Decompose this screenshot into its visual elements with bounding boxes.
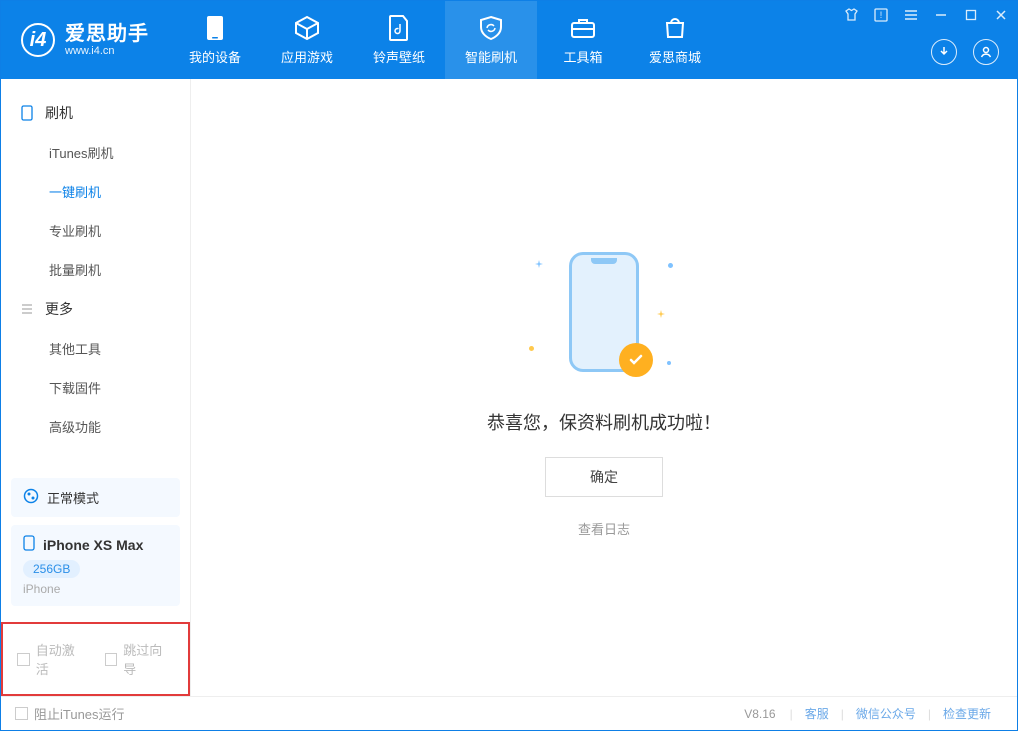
sidebar-item-batch[interactable]: 批量刷机	[1, 250, 190, 289]
list-icon	[19, 301, 35, 317]
maximize-button[interactable]	[961, 5, 981, 25]
highlighted-options: 自动激活 跳过向导	[1, 622, 190, 696]
feedback-icon[interactable]: !	[871, 5, 891, 25]
sidebar-item-firmware[interactable]: 下载固件	[1, 368, 190, 407]
window-controls: !	[841, 5, 1011, 25]
tab-rings[interactable]: 铃声壁纸	[353, 1, 445, 79]
main-tabs: 我的设备 应用游戏 铃声壁纸 智能刷机	[169, 1, 721, 79]
sidebar-section-flash: 刷机	[1, 93, 190, 133]
logo: i4 爱思助手 www.i4.cn	[1, 23, 163, 58]
view-log-link[interactable]: 查看日志	[578, 519, 630, 538]
sidebar: 刷机 iTunes刷机 一键刷机 专业刷机 批量刷机 更多 其他工具 下载固件 …	[1, 79, 191, 696]
tab-apps[interactable]: 应用游戏	[261, 1, 353, 79]
sidebar-item-other[interactable]: 其他工具	[1, 329, 190, 368]
dot-decoration	[667, 361, 671, 365]
version-label: V8.16	[744, 707, 775, 721]
tab-device[interactable]: 我的设备	[169, 1, 261, 79]
minimize-button[interactable]	[931, 5, 951, 25]
svg-text:!: !	[880, 10, 883, 20]
header-actions	[931, 39, 999, 65]
success-illustration	[509, 237, 699, 387]
dot-decoration	[668, 263, 673, 268]
device-phone-icon	[23, 535, 35, 554]
check-badge-icon	[619, 343, 653, 377]
device-info[interactable]: iPhone XS Max 256GB iPhone	[11, 525, 180, 606]
ok-button[interactable]: 确定	[545, 457, 663, 497]
tab-tools[interactable]: 工具箱	[537, 1, 629, 79]
music-file-icon	[386, 15, 412, 41]
logo-icon: i4	[21, 23, 55, 57]
tab-store[interactable]: 爱思商城	[629, 1, 721, 79]
checkbox-skip-guide[interactable]: 跳过向导	[105, 640, 175, 678]
footer-link-wechat[interactable]: 微信公众号	[844, 705, 928, 722]
footer-link-service[interactable]: 客服	[793, 705, 841, 722]
app-subtitle: www.i4.cn	[65, 45, 149, 58]
mode-icon	[23, 488, 39, 507]
account-button[interactable]	[973, 39, 999, 65]
app-title: 爱思助手	[65, 23, 149, 45]
device-capacity: 256GB	[23, 560, 80, 578]
checkbox-icon	[105, 653, 118, 666]
phone-small-icon	[19, 105, 35, 121]
toolbox-icon	[570, 15, 596, 41]
footer-link-update[interactable]: 检查更新	[931, 705, 1003, 722]
checkbox-auto-activate[interactable]: 自动激活	[17, 640, 87, 678]
body: 刷机 iTunes刷机 一键刷机 专业刷机 批量刷机 更多 其他工具 下载固件 …	[1, 79, 1017, 696]
footer: 阻止iTunes运行 V8.16 | 客服 | 微信公众号 | 检查更新	[1, 696, 1017, 730]
header: i4 爱思助手 www.i4.cn 我的设备 应用游戏	[1, 1, 1017, 79]
app-window: i4 爱思助手 www.i4.cn 我的设备 应用游戏	[0, 0, 1018, 731]
dot-decoration	[529, 346, 534, 351]
tshirt-icon[interactable]	[841, 5, 861, 25]
sparkle-icon	[535, 255, 543, 263]
menu-icon[interactable]	[901, 5, 921, 25]
sidebar-section-more: 更多	[1, 289, 190, 329]
refresh-shield-icon	[478, 15, 504, 41]
checkbox-icon	[17, 653, 30, 666]
sidebar-item-pro[interactable]: 专业刷机	[1, 211, 190, 250]
sidebar-item-onekey[interactable]: 一键刷机	[1, 172, 190, 211]
download-button[interactable]	[931, 39, 957, 65]
success-message: 恭喜您，保资料刷机成功啦！	[487, 409, 721, 435]
sparkle-icon	[657, 305, 665, 313]
tab-flash[interactable]: 智能刷机	[445, 1, 537, 79]
device-icon	[202, 15, 228, 41]
checkbox-icon	[15, 707, 28, 720]
sidebar-item-itunes[interactable]: iTunes刷机	[1, 133, 190, 172]
bag-icon	[662, 15, 688, 41]
cube-icon	[294, 15, 320, 41]
main-content: 恭喜您，保资料刷机成功啦！ 确定 查看日志	[191, 79, 1017, 696]
device-type: iPhone	[23, 582, 168, 596]
sidebar-item-advanced[interactable]: 高级功能	[1, 407, 190, 446]
checkbox-block-itunes[interactable]: 阻止iTunes运行	[15, 704, 125, 723]
device-mode[interactable]: 正常模式	[11, 478, 180, 517]
close-button[interactable]	[991, 5, 1011, 25]
